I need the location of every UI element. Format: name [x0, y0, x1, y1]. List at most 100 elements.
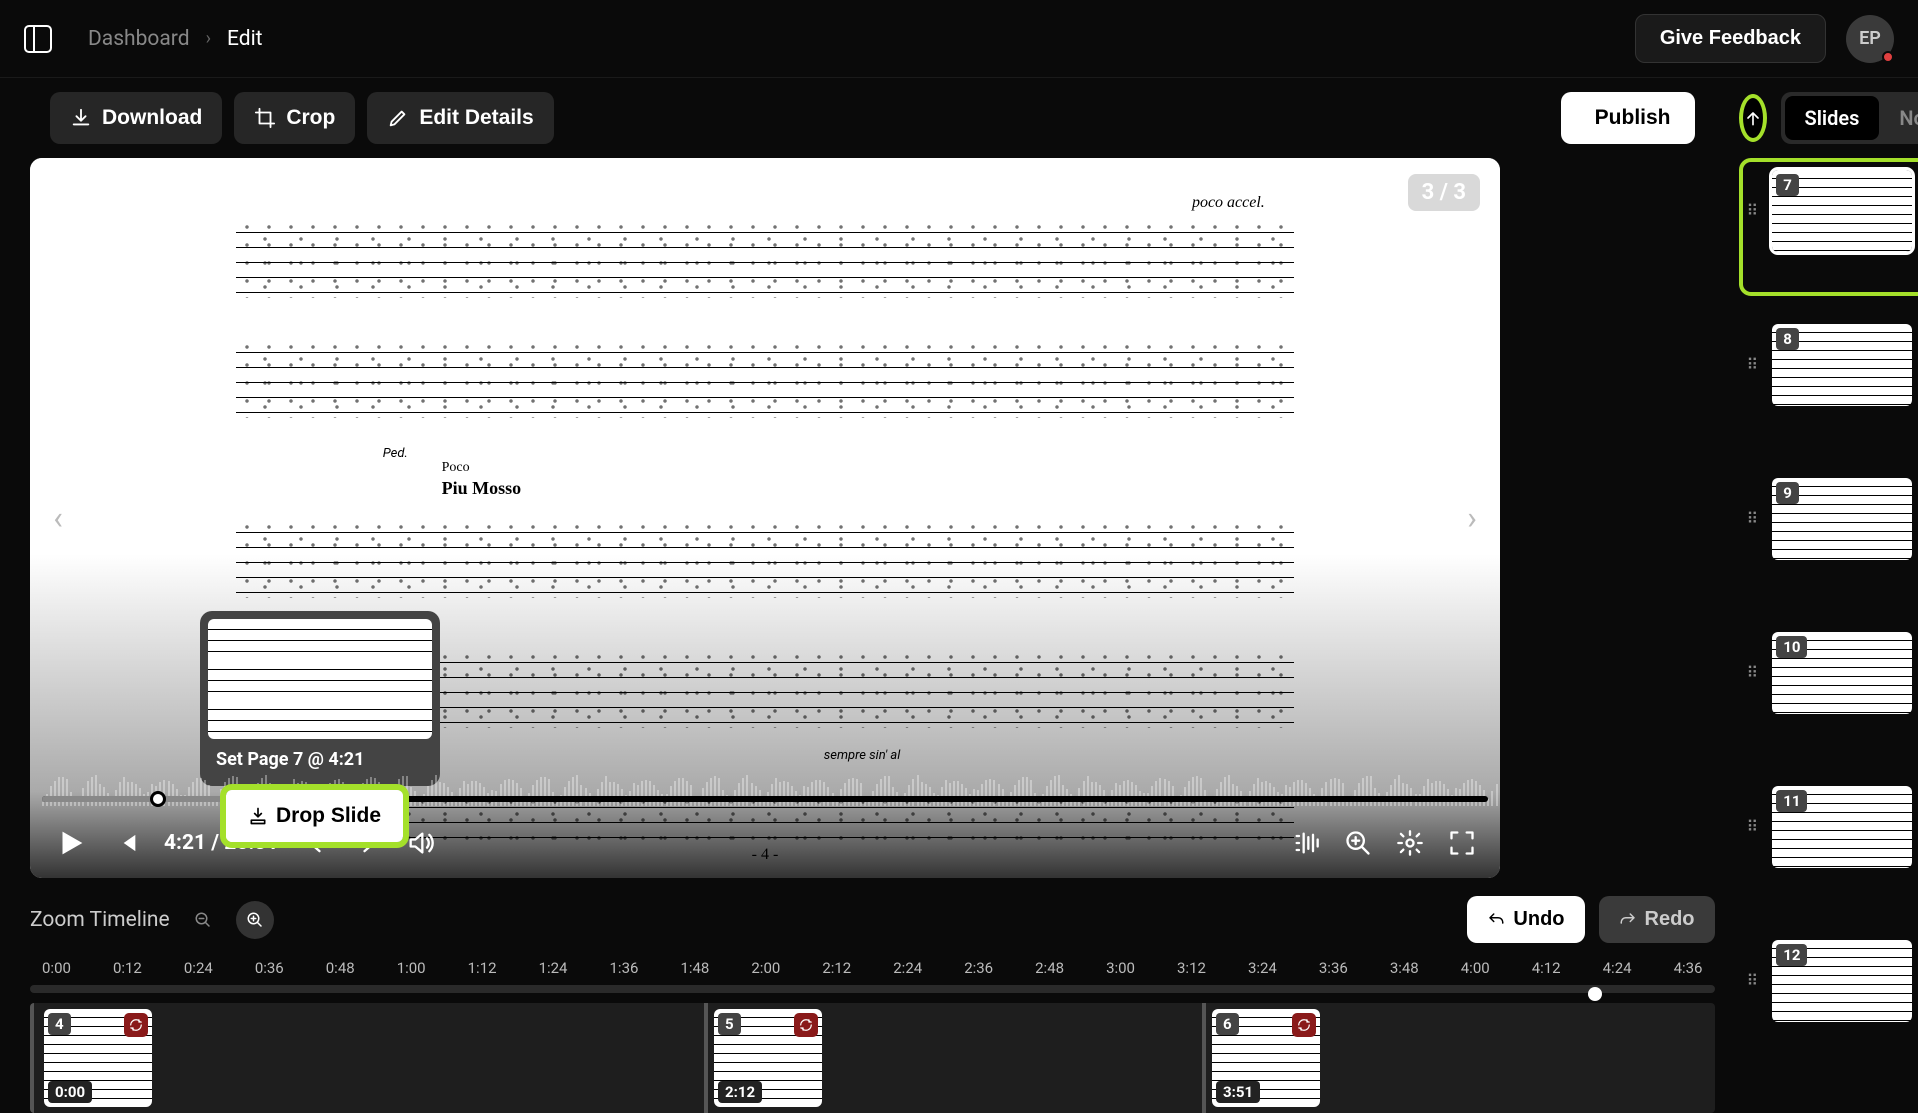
settings-icon[interactable] [1396, 829, 1424, 857]
timeline-tick: 0:12 [113, 959, 142, 977]
slide-item[interactable]: ⠿ 9 Edit ••• [1739, 466, 1918, 604]
timeline-tick: 2:24 [893, 959, 922, 977]
clip-time: 0:00 [48, 1081, 92, 1103]
clip-thumbnail: 5 2:12 [714, 1009, 822, 1107]
timeline-tick: 4:12 [1532, 959, 1561, 977]
slide-number: 11 [1776, 790, 1807, 812]
fullscreen-icon[interactable] [1448, 829, 1476, 857]
timeline-playhead[interactable] [1588, 987, 1602, 1001]
skip-start-button[interactable] [112, 829, 140, 857]
drag-handle-icon[interactable]: ⠿ [1747, 823, 1759, 831]
timeline-tick: 1:36 [610, 959, 639, 977]
drag-handle-icon[interactable]: ⠿ [1747, 515, 1759, 523]
timeline-tick: 4:00 [1461, 959, 1490, 977]
chevron-right-icon: › [206, 28, 211, 49]
play-button[interactable] [54, 826, 88, 860]
marking-poco: Poco [442, 460, 470, 476]
redo-button[interactable]: Redo [1599, 896, 1715, 943]
slide-thumbnail[interactable]: 8 [1772, 324, 1912, 406]
slides-panel: Slides Notes Hidden ••• ⠿ 7 Edit [1725, 78, 1918, 1078]
notification-dot-icon [1882, 51, 1894, 63]
timeline-tick: 4:36 [1674, 959, 1703, 977]
marking-piu-mosso: Piu Mosso [442, 478, 522, 499]
sidebar-toggle-icon[interactable] [24, 25, 52, 53]
prev-page-arrow[interactable]: ‹ [38, 499, 78, 537]
breadcrumb-dashboard[interactable]: Dashboard [88, 27, 190, 51]
clip-sync-badge-icon [124, 1013, 148, 1037]
audio-settings-icon[interactable] [1292, 829, 1320, 857]
drag-handle-icon[interactable]: ⠿ [1747, 977, 1759, 985]
clip-time: 2:12 [718, 1081, 762, 1103]
timeline-tick: 3:48 [1390, 959, 1419, 977]
slide-item[interactable]: ⠿ 12 Edit ••• [1739, 928, 1918, 1066]
timeline-tick: 4:24 [1603, 959, 1632, 977]
tab-slides[interactable]: Slides [1785, 96, 1880, 140]
timeline-tick: 2:48 [1035, 959, 1064, 977]
slide-thumbnail[interactable]: 12 [1772, 940, 1912, 1022]
avatar[interactable]: EP [1846, 15, 1894, 63]
download-button[interactable]: Download [50, 92, 222, 144]
tab-notes[interactable]: Notes [1879, 96, 1918, 140]
download-label: Download [102, 106, 202, 130]
timeline-tick: 3:12 [1177, 959, 1206, 977]
drag-handle-icon[interactable]: ⠿ [1747, 669, 1759, 677]
timeline-clip[interactable]: 5 2:12 [714, 1009, 822, 1107]
timeline-tick: 1:48 [680, 959, 709, 977]
slide-thumbnail[interactable]: 11 [1772, 786, 1912, 868]
publish-button[interactable]: Publish [1561, 92, 1695, 144]
timeline-track[interactable]: 4 0:00 5 2:12 6 3:51 [30, 1003, 1715, 1113]
slide-item[interactable]: ⠿ 10 Edit ••• [1739, 620, 1918, 758]
timeline-tick: 1:00 [397, 959, 426, 977]
crop-button[interactable]: Crop [234, 92, 355, 144]
clip-sync-badge-icon [794, 1013, 818, 1037]
zoom-in-icon[interactable] [1344, 829, 1372, 857]
slide-number: 8 [1776, 328, 1799, 350]
zoom-out-button[interactable] [184, 901, 222, 939]
drop-slide-button[interactable]: Drop Slide [226, 790, 403, 842]
give-feedback-button[interactable]: Give Feedback [1635, 14, 1826, 63]
zoom-timeline-label: Zoom Timeline [30, 908, 170, 932]
clip-sync-badge-icon [1292, 1013, 1316, 1037]
publish-label: Publish [1595, 106, 1671, 130]
slide-thumbnail[interactable]: 7 [1772, 170, 1912, 252]
drop-slide-card[interactable]: Set Page 7 @ 4:21 [200, 611, 440, 786]
top-nav: Dashboard › Edit Give Feedback EP [0, 0, 1918, 78]
timeline-scrollbar[interactable] [30, 985, 1715, 993]
timeline-zoom-row: Zoom Timeline Undo Redo [20, 878, 1725, 949]
slide-item[interactable]: ⠿ 11 Edit ••• [1739, 774, 1918, 912]
timeline-tick: 1:24 [539, 959, 568, 977]
marking-ped: Ped. [383, 446, 408, 461]
clip-number: 4 [48, 1013, 71, 1035]
pencil-icon [387, 107, 409, 129]
clip-number: 6 [1216, 1013, 1239, 1035]
score-preview: poco accel. Poco Piu Mosso Ped. sempre s… [30, 158, 1500, 878]
timeline-tick: 3:24 [1248, 959, 1277, 977]
drag-handle-icon[interactable]: ⠿ [1747, 361, 1759, 369]
edit-details-button[interactable]: Edit Details [367, 92, 553, 144]
drag-handle-icon[interactable]: ⠿ [1747, 207, 1759, 215]
slide-number: 7 [1776, 174, 1799, 196]
redo-label: Redo [1645, 908, 1695, 931]
slide-item[interactable]: ⠿ 8 Edit ••• [1739, 312, 1918, 450]
timeline-tick: 3:00 [1106, 959, 1135, 977]
download-icon [70, 107, 92, 129]
clip-thumbnail: 6 3:51 [1212, 1009, 1320, 1107]
timeline-clip[interactable]: 4 0:00 [44, 1009, 152, 1107]
drop-slide-thumbnail [208, 619, 432, 739]
slide-thumbnail[interactable]: 9 [1772, 478, 1912, 560]
slide-thumbnail[interactable]: 10 [1772, 632, 1912, 714]
timeline: 0:000:120:240:360:481:001:121:241:361:48… [30, 955, 1715, 1113]
slide-number: 9 [1776, 482, 1799, 504]
scroll-to-current-button[interactable] [1739, 94, 1767, 142]
zoom-in-button[interactable] [236, 901, 274, 939]
drop-slide-label: Set Page 7 @ 4:21 [208, 747, 432, 778]
timeline-clip[interactable]: 6 3:51 [1212, 1009, 1320, 1107]
clip-time: 3:51 [1216, 1081, 1260, 1103]
slide-item[interactable]: ⠿ 7 Edit ••• [1739, 158, 1918, 296]
timeline-tick: 0:36 [255, 959, 284, 977]
undo-button[interactable]: Undo [1467, 896, 1584, 943]
crop-icon [254, 107, 276, 129]
volume-button[interactable] [406, 829, 434, 857]
next-page-arrow[interactable]: › [1452, 499, 1492, 537]
timeline-tick: 2:36 [964, 959, 993, 977]
